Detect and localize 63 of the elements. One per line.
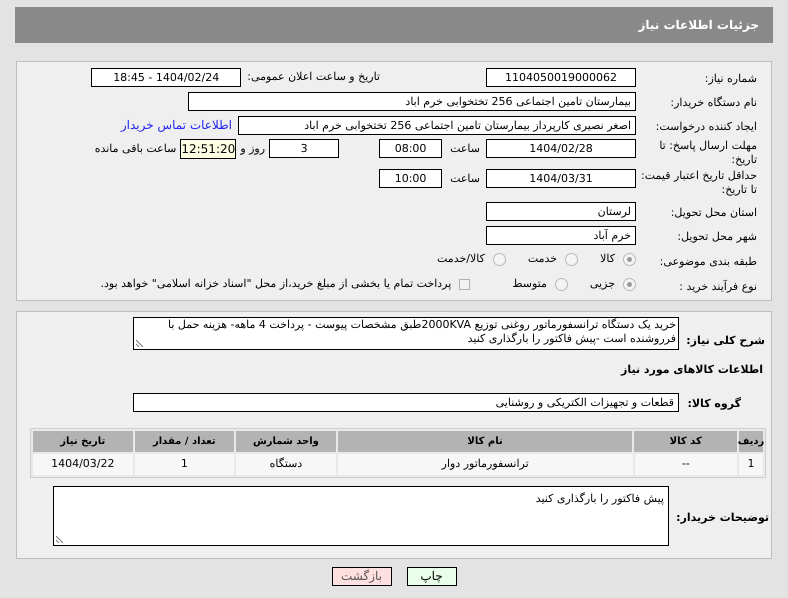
radio-label: کالا/خدمت bbox=[437, 251, 485, 268]
field-label: شهر محل تحویل: bbox=[677, 230, 757, 243]
buyer-notes-field: پیش فاکتور را بارگذاری کنید bbox=[53, 486, 669, 546]
radio-label: کالا bbox=[600, 251, 615, 268]
field-label: مهلت ارسال پاسخ: تا تاریخ: bbox=[658, 139, 757, 167]
field-label: تاریخ و ساعت اعلان عمومی: bbox=[247, 68, 380, 85]
column-header: نام کالا bbox=[338, 431, 632, 452]
table-cell: 1 bbox=[134, 454, 234, 475]
requester-field: اصغر نصیری کارپرداز بیمارستان تامین اجتماعی 256 تختخوابی خرم اباد bbox=[238, 116, 636, 134]
deadline-date-field: 1404/02/28 bbox=[486, 139, 636, 158]
field-label: شرح کلی نیاز: bbox=[686, 334, 765, 347]
radio-button[interactable] bbox=[565, 253, 578, 266]
buyer-contact-link[interactable]: اطلاعات تماس خریدار bbox=[120, 116, 232, 134]
validity-date-field: 1404/03/31 bbox=[486, 169, 636, 188]
field-label: توضیحات خریدار: bbox=[676, 511, 769, 524]
field-label: حداقل تاریخ اعتبار قیمت: تا تاریخ: bbox=[640, 169, 757, 197]
radio-button[interactable] bbox=[492, 253, 506, 266]
column-header: کد کالا bbox=[634, 431, 737, 452]
column-header: ردیف bbox=[739, 431, 763, 452]
announce-date-field: 1404/02/24 - 18:45 bbox=[91, 68, 242, 86]
description-field: خرید یک دستگاه ترانسفورماتور روغنی توزیع 2000KVAطبق مشخصات پیوست - پرداخت 4 ماهه- هزینه حمل با فرروشنده است -پیش فاکتور را بارگذاری کنید bbox=[133, 317, 679, 350]
field-label: طبقه بندی موضوعی: bbox=[660, 254, 757, 268]
table-cell: -- bbox=[634, 454, 738, 475]
print-button[interactable]: چاپ bbox=[406, 567, 456, 586]
field-label: ساعت bbox=[450, 171, 480, 187]
field-label: ایجاد کننده درخواست: bbox=[656, 120, 757, 133]
days-field: 3 bbox=[269, 139, 340, 158]
resize-grip-icon[interactable] bbox=[56, 535, 64, 543]
radio-label: جزیی bbox=[590, 276, 615, 292]
field-label: ساعت باقی مانده bbox=[94, 141, 176, 157]
radio-label: خدمت bbox=[528, 251, 558, 268]
remaining-time-field: 12:51:20 bbox=[180, 139, 236, 159]
field-label: نام دستگاه خریدار: bbox=[670, 96, 757, 109]
province-field: لرستان bbox=[486, 202, 636, 220]
buyer-org-field: بیمارستان تامین اجتماعی 256 تختخوابی خرم اباد bbox=[188, 92, 636, 110]
field-label: استان محل تحویل: bbox=[670, 206, 757, 219]
table-cell: 1 bbox=[739, 454, 763, 475]
field-label: گروه کالا: bbox=[687, 397, 741, 410]
column-header: واحد شمارش bbox=[236, 431, 336, 452]
goods-group-field: قطعات و تجهیزات الکتریکی و روشنایی bbox=[133, 392, 679, 412]
column-header: تعداد / مقدار bbox=[134, 431, 234, 452]
field-label: شماره نیاز: bbox=[704, 72, 757, 85]
validity-time-field: 10:00 bbox=[379, 169, 442, 188]
table-cell: دستگاه bbox=[236, 454, 336, 475]
radio-label: متوسط bbox=[512, 276, 547, 292]
back-button[interactable]: بازگشت bbox=[332, 567, 392, 586]
radio-button[interactable] bbox=[623, 253, 636, 266]
need-number-field: 1104050019000062 bbox=[486, 68, 636, 86]
deadline-time-field: 08:00 bbox=[379, 139, 442, 158]
section-title: اطلاعات کالاهای مورد نیاز bbox=[621, 363, 763, 376]
page-title: جزئیات اطلاعات نیاز bbox=[638, 17, 759, 34]
resize-grip-icon[interactable] bbox=[136, 339, 144, 347]
table-cell: 1404/03/22 bbox=[33, 454, 133, 475]
checkbox[interactable] bbox=[459, 279, 470, 290]
radio-button[interactable] bbox=[554, 278, 568, 291]
column-header: تاریخ نیاز bbox=[32, 431, 133, 452]
table-cell: ترانسفورماتور دوار bbox=[338, 454, 633, 475]
field-label: نوع فرآیند خرید : bbox=[679, 280, 757, 292]
city-field: خرم آباد bbox=[486, 226, 636, 244]
field-label: ساعت bbox=[450, 141, 480, 157]
payment-label: پرداخت تمام یا بخشی از مبلغ خرید،از محل "اسناد خزانه اسلامی" خواهد بود. bbox=[100, 276, 452, 292]
radio-button[interactable] bbox=[623, 278, 636, 291]
field-label: روز و bbox=[240, 141, 266, 157]
